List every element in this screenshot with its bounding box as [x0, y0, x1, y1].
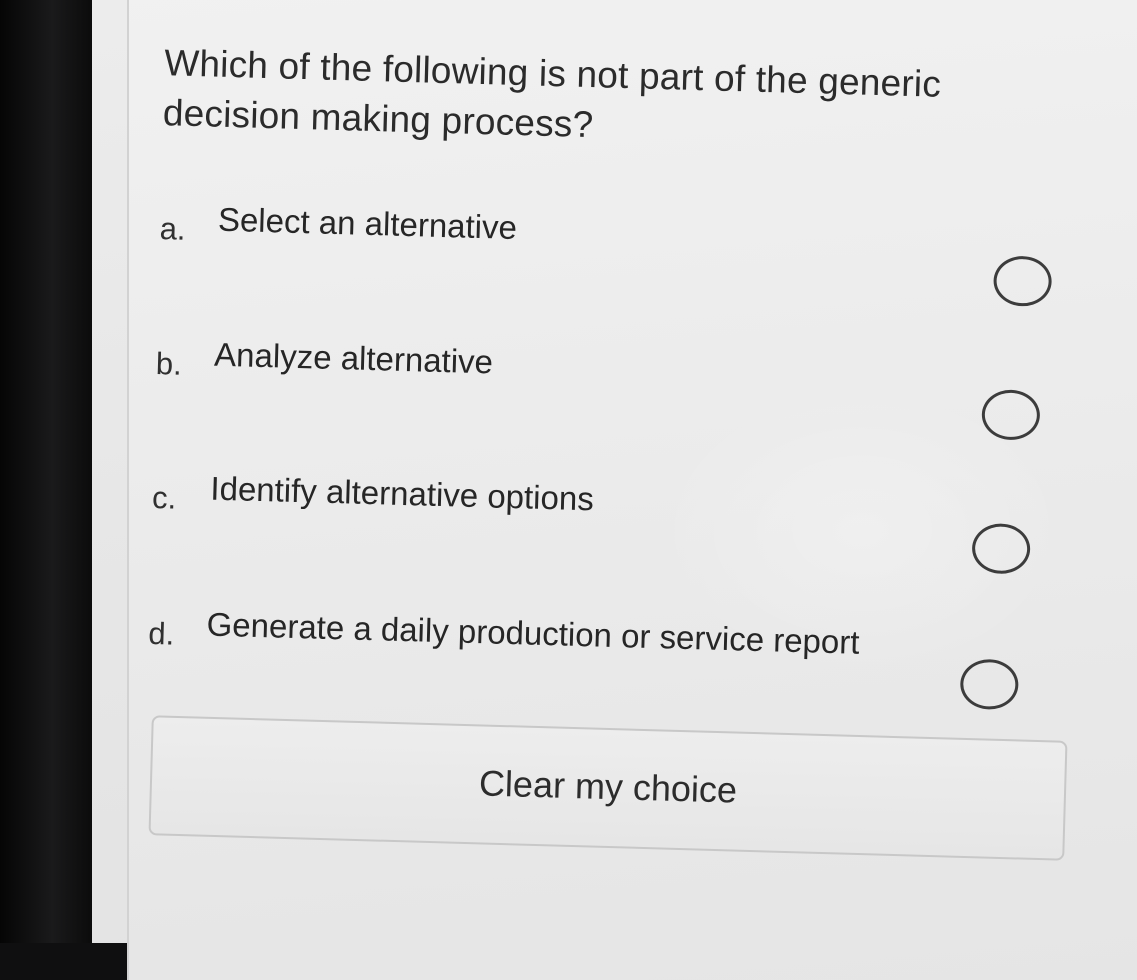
- option-label: Select an alternative: [217, 200, 518, 247]
- option-letter: d.: [147, 615, 175, 652]
- option-a[interactable]: a. Select an alternative: [157, 201, 920, 336]
- radio-button-icon[interactable]: [959, 658, 1020, 711]
- option-label: Identify alternative options: [209, 469, 595, 518]
- option-label: Generate a daily production or service r…: [206, 605, 860, 661]
- option-c[interactable]: c. Identify alternative options: [150, 470, 913, 605]
- question-text: Which of the following is not part of th…: [162, 42, 942, 146]
- option-letter: c.: [151, 479, 177, 516]
- option-letter: a.: [159, 211, 187, 247]
- clear-choice-label: Clear my choice: [478, 762, 738, 811]
- option-label: Analyze alternative: [213, 335, 494, 381]
- radio-button-icon[interactable]: [992, 255, 1053, 307]
- option-letter: b.: [155, 346, 183, 382]
- radio-button-icon[interactable]: [981, 389, 1041, 441]
- radio-button-icon[interactable]: [971, 522, 1031, 575]
- clear-choice-button[interactable]: Clear my choice: [148, 715, 1068, 861]
- option-b[interactable]: b. Analyze alternative: [154, 336, 917, 471]
